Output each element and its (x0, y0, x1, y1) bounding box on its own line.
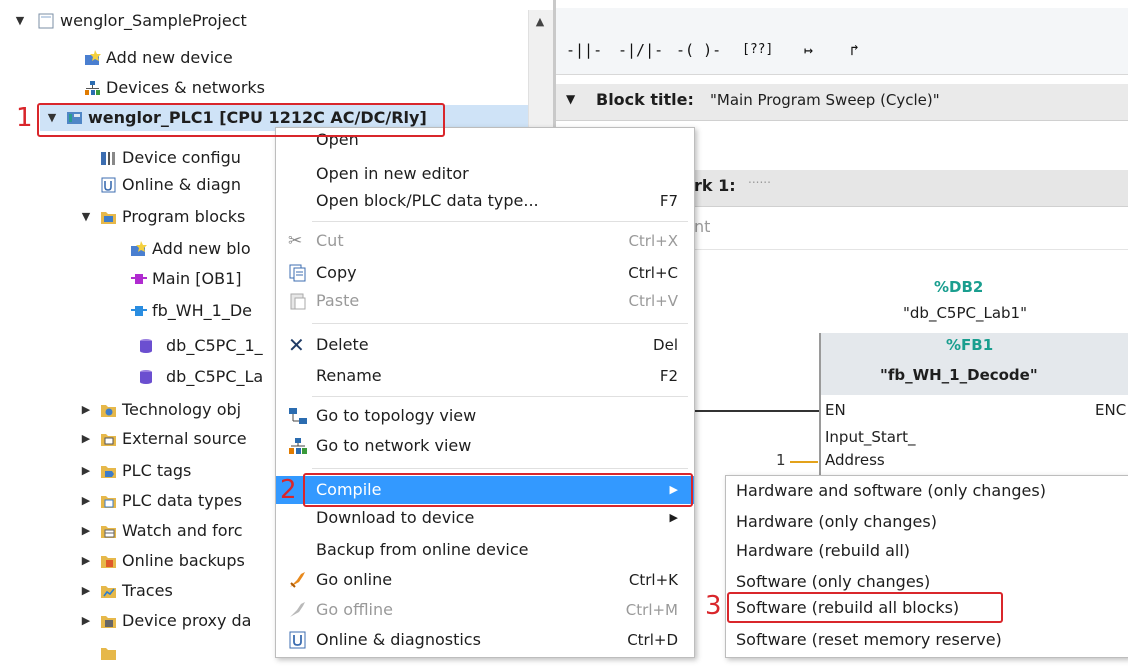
menu-item-online-diagnostics[interactable]: Online & diagnostics Ctrl+D (276, 626, 694, 654)
device-proxy-icon (101, 616, 116, 628)
submenu-item-sw-reset-memory[interactable]: Software (reset memory reserve) (736, 626, 1002, 654)
open-branch-icon[interactable]: ↦ (804, 38, 813, 62)
device-config-icon (101, 152, 115, 165)
menu-separator (312, 396, 688, 397)
network-icon (289, 438, 307, 454)
go-offline-icon (290, 602, 305, 617)
fb-tag: %FB1 (946, 336, 994, 354)
normally-closed-contact-icon[interactable]: -|/|- (618, 38, 663, 62)
pin-en: EN (825, 401, 846, 419)
go-online-icon (290, 572, 305, 588)
technology-icon (101, 405, 116, 417)
submenu-item-hw-sw-changes[interactable]: Hardware and software (only changes) (736, 477, 1046, 505)
data-types-icon (101, 496, 116, 508)
menu-item-download[interactable]: Download to device ▶ (276, 504, 694, 532)
menu-item-open-block[interactable]: Open block/PLC data type... F7 (276, 187, 694, 215)
highlight-box-rebuild-all (727, 592, 1003, 623)
tree-item-add-new-device[interactable]: Add new device (0, 45, 528, 71)
collapse-arrow-icon[interactable]: ▶ (80, 548, 92, 574)
collapse-arrow-icon[interactable]: ▶ (80, 518, 92, 544)
context-menu: Open Open in new editor Open block/PLC d… (275, 127, 695, 658)
block-title-label: Block title: (596, 90, 694, 109)
block-title-value[interactable]: "Main Program Sweep (Cycle)" (710, 91, 940, 109)
menu-item-cut[interactable]: ✂ Cut Ctrl+X (276, 227, 694, 255)
input-value[interactable]: 1 (776, 451, 786, 469)
normally-open-contact-icon[interactable]: -||- (566, 38, 602, 62)
collapse-arrow-icon[interactable]: ▶ (80, 578, 92, 604)
diagnostics-icon (101, 177, 116, 193)
highlight-box-plc1 (37, 103, 445, 137)
fb-name: "fb_WH_1_Decode" (880, 366, 1038, 384)
tree-item-project[interactable]: ▼ wenglor_SampleProject (0, 8, 528, 34)
menu-separator (312, 221, 688, 222)
collapse-arrow-icon[interactable]: ▶ (80, 426, 92, 452)
menu-item-network-view[interactable]: Go to network view (276, 432, 694, 460)
menu-item-go-online[interactable]: Go online Ctrl+K (276, 566, 694, 594)
submenu-arrow-icon: ▶ (669, 511, 678, 524)
tag-icon (101, 466, 116, 478)
network-title[interactable]: ...... (748, 172, 771, 186)
submenu-item-hw-rebuild[interactable]: Hardware (rebuild all) (736, 537, 910, 565)
menu-separator (312, 323, 688, 324)
block-title-bar[interactable]: ▼ Block title: "Main Program Sweep (Cycl… (556, 84, 1128, 121)
collapse-arrow-icon[interactable]: ▶ (80, 608, 92, 634)
ladder-toolbar: -||- -|/|- -( )- [??] ↦ ↱ (556, 8, 1128, 75)
trace-icon (101, 586, 116, 598)
step-number-3: 3 (705, 591, 722, 621)
add-device-icon (85, 50, 101, 65)
tree-item-devices-networks[interactable]: Devices & networks (0, 75, 528, 101)
db-cylinder-icon (140, 339, 152, 353)
watch-table-icon (101, 526, 116, 538)
delete-x-icon: ✕ (288, 333, 305, 357)
step-number-2: 2 (280, 475, 297, 505)
menu-item-backup[interactable]: Backup from online device (276, 536, 694, 564)
collapse-arrow-icon[interactable]: ▶ (80, 488, 92, 514)
collapse-arrow-icon[interactable]: ▶ (80, 397, 92, 423)
expand-arrow-icon[interactable]: ▼ (80, 204, 92, 230)
project-icon (38, 13, 54, 29)
menu-item-delete[interactable]: ✕ Delete Del (276, 331, 694, 359)
menu-separator (312, 468, 688, 469)
db-cylinder-icon (140, 370, 152, 384)
menu-item-topology-view[interactable]: Go to topology view (276, 402, 694, 430)
ob-block-icon (131, 274, 147, 284)
submenu-item-hw-changes[interactable]: Hardware (only changes) (736, 508, 937, 536)
step-number-1: 1 (16, 103, 33, 133)
power-rail-wire (693, 410, 819, 412)
menu-item-rename[interactable]: Rename F2 (276, 362, 694, 390)
highlight-box-compile (303, 473, 693, 507)
output-coil-icon[interactable]: -( )- (676, 38, 721, 62)
topology-icon (289, 408, 307, 424)
fb-block-icon (131, 306, 147, 316)
collapse-arrow-icon[interactable]: ▼ (566, 92, 575, 106)
external-source-icon (101, 434, 116, 446)
menu-item-copy[interactable]: Copy Ctrl+C (276, 259, 694, 287)
backup-icon (101, 556, 116, 568)
network-label: rk 1: (694, 176, 736, 195)
copy-icon (289, 264, 306, 282)
scissors-icon: ✂ (288, 231, 303, 251)
pin-eno: ENC (1095, 401, 1127, 419)
folder-icon (101, 648, 116, 660)
close-branch-icon[interactable]: ↱ (850, 38, 859, 62)
scroll-up-icon[interactable]: ▲ (530, 12, 550, 32)
diagnostics-icon (289, 631, 306, 649)
comment-placeholder[interactable]: nt (694, 217, 710, 236)
network-icon (85, 81, 100, 95)
input-wire (790, 461, 818, 463)
menu-item-paste[interactable]: Paste Ctrl+V (276, 287, 694, 315)
collapse-arrow-icon[interactable]: ▶ (80, 458, 92, 484)
pin-input-address: Address (825, 451, 885, 469)
menu-item-go-offline[interactable]: Go offline Ctrl+M (276, 596, 694, 624)
add-block-icon (131, 241, 147, 256)
db-tag: %DB2 (934, 278, 984, 296)
pin-input-start: Input_Start_ (825, 428, 916, 446)
paste-icon (290, 293, 306, 310)
menu-item-open-new-editor[interactable]: Open in new editor (276, 160, 694, 188)
folder-icon (101, 212, 116, 224)
compile-submenu: Hardware and software (only changes) Har… (725, 475, 1128, 658)
db-name[interactable]: "db_C5PC_Lab1" (903, 304, 1027, 322)
empty-box-icon[interactable]: [??] (742, 38, 773, 62)
expand-arrow-icon[interactable]: ▼ (14, 8, 26, 34)
